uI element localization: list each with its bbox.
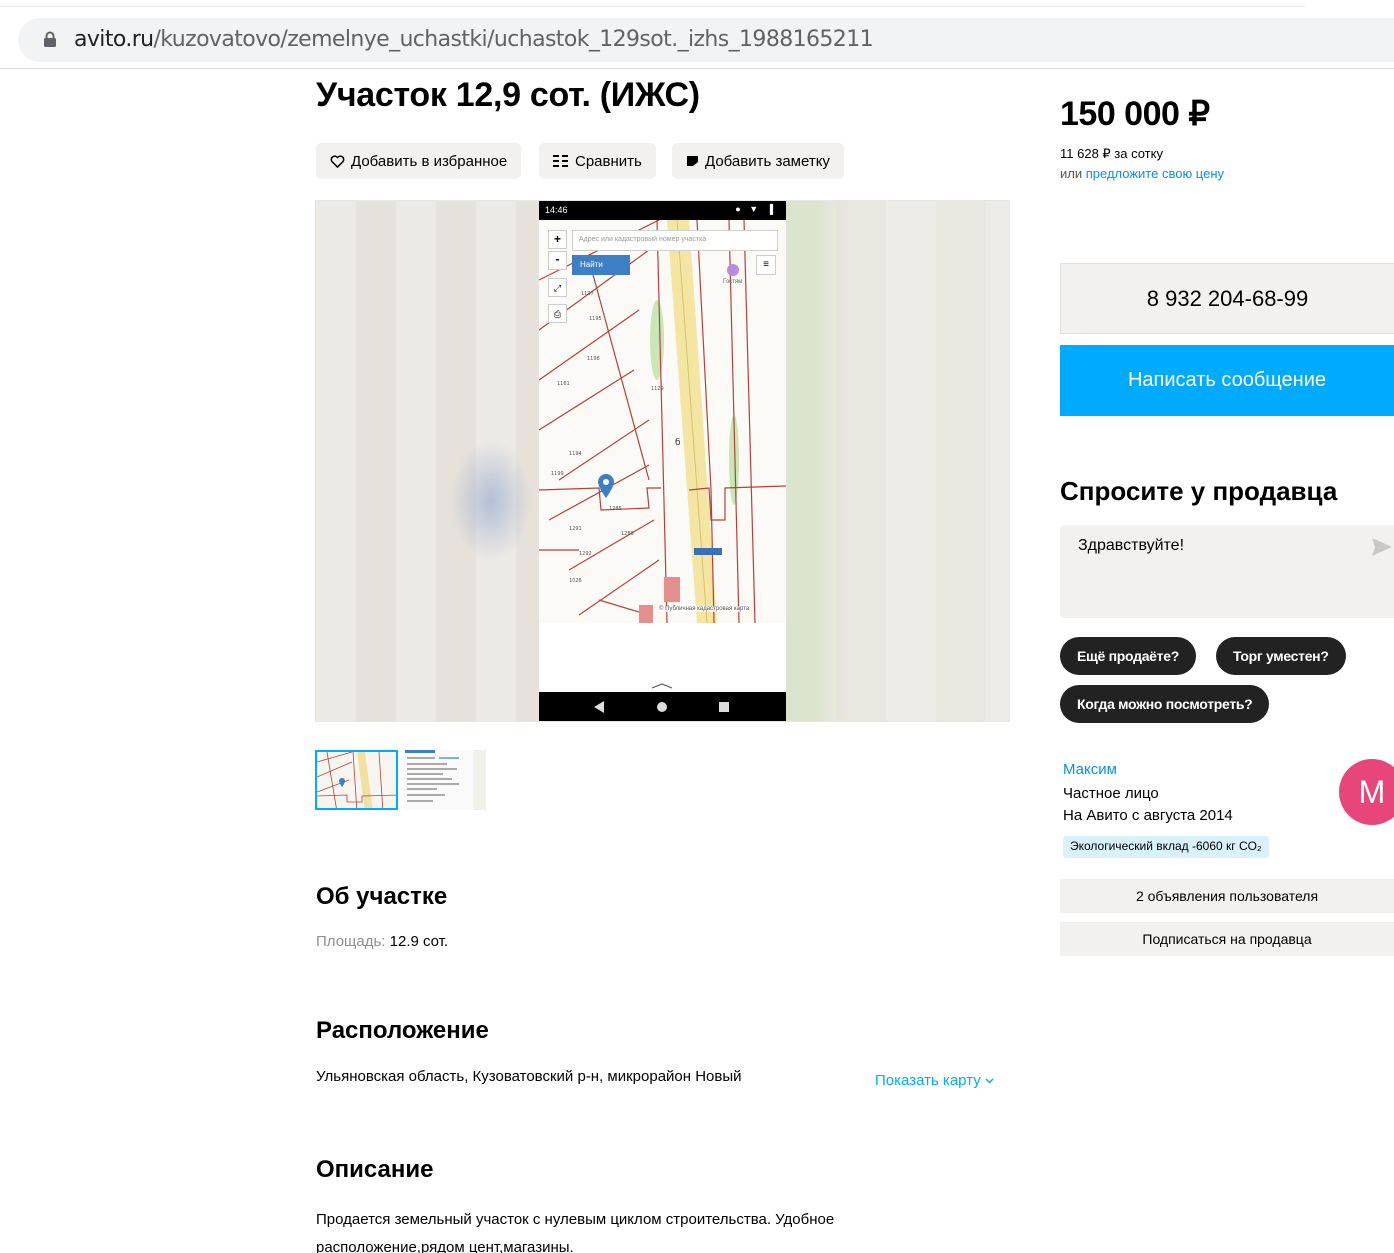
url-text[interactable]: avito.ru/kuzovatovo/zemelnye_uchastki/uc… <box>74 27 874 52</box>
seller-since: На Авито с августа 2014 <box>1063 807 1233 824</box>
svg-text:1289: 1289 <box>621 531 634 537</box>
compare-button[interactable]: Сравнить <box>539 143 656 179</box>
about-heading: Об участке <box>316 883 448 910</box>
cadastral-map: 1197 1195 1198 1161 1129 1194 1199 1285 1291 1… <box>539 220 786 623</box>
add-note-label: Добавить заметку <box>705 152 830 170</box>
quick-reply-chip[interactable]: Торг уместен? <box>1216 637 1346 675</box>
svg-text:1292: 1292 <box>579 551 592 557</box>
quick-reply-chip[interactable]: Ещё продаёте? <box>1060 637 1196 675</box>
svg-text:1161: 1161 <box>557 381 570 387</box>
ask-seller-heading: Спросите у продавца <box>1060 476 1338 506</box>
seller-type: Частное лицо <box>1063 785 1159 802</box>
home-icon <box>657 702 667 712</box>
map-search-button: Найти <box>572 255 630 275</box>
area-label: Площадь: <box>316 933 386 950</box>
show-map-label: Показать карту <box>875 1072 981 1089</box>
breadcrumb <box>316 64 916 70</box>
svg-text:1199: 1199 <box>551 471 564 477</box>
avatar[interactable]: М <box>1339 759 1394 825</box>
svg-text:1291: 1291 <box>569 526 582 532</box>
phone-time: 14:46 <box>545 205 568 215</box>
description-heading: Описание <box>316 1156 434 1183</box>
map-guest-label: Гостям <box>723 279 743 285</box>
offer-price-row: или предложите свою цену <box>1060 166 1224 181</box>
map-pin-icon <box>598 474 614 498</box>
svg-text:1026: 1026 <box>569 578 582 584</box>
phone-nav-bar <box>539 692 786 721</box>
add-to-favorites-button[interactable]: Добавить в избранное <box>316 143 522 179</box>
ask-seller-input[interactable]: Здравствуйте! <box>1060 525 1394 618</box>
map-print-icon: ⎙ <box>548 304 567 323</box>
lock-icon[interactable] <box>42 31 58 47</box>
map-zoom-in-icon: + <box>548 230 567 249</box>
area-value: 12.9 сот. <box>389 933 449 950</box>
description-text: Продается земельный участок с нулевым ци… <box>316 1211 835 1253</box>
back-icon <box>594 701 604 713</box>
blurred-background <box>316 201 540 721</box>
chevron-down-icon <box>985 1078 994 1084</box>
map-menu-icon: ≡ <box>756 255 776 275</box>
tabstrip-divider <box>0 6 1305 7</box>
map-drawing: 1197 1195 1198 1161 1129 1194 1199 1285 1291 1… <box>539 220 786 623</box>
write-message-button[interactable]: Написать сообщение <box>1060 345 1394 416</box>
price-per-unit: 11 628 ₽ за сотку <box>1060 146 1163 161</box>
thumbnail-1[interactable] <box>315 750 398 810</box>
compare-icon <box>553 155 568 167</box>
phone-status-icons: ● ▼ ▐ <box>735 204 776 214</box>
expand-handle-icon <box>651 683 673 689</box>
map-zoom-out-icon: - <box>548 251 567 270</box>
offer-prefix: или <box>1060 166 1083 181</box>
thumbnail-2[interactable] <box>403 750 486 810</box>
map-search-input: Адрес или кадастровый номер участка <box>572 230 778 251</box>
url-host: avito.ru <box>74 27 154 52</box>
svg-text:1197: 1197 <box>581 291 594 297</box>
svg-text:1195: 1195 <box>589 316 602 322</box>
note-icon <box>687 156 698 166</box>
price: 150 000 ₽ <box>1060 95 1210 133</box>
seller-listings-button[interactable]: 2 объявления пользователя <box>1060 879 1394 913</box>
main-photo[interactable]: 14:46 ● ▼ ▐ 1197 1195 1198 1161 1129 119… <box>539 201 786 721</box>
svg-text:1198: 1198 <box>587 356 600 362</box>
offer-price-link[interactable]: предложите свою цену <box>1086 166 1224 181</box>
recents-icon <box>719 702 729 712</box>
map-fullscreen-icon: ⤢ <box>548 278 567 297</box>
show-map-link[interactable]: Показать карту <box>875 1072 994 1089</box>
svg-text:1285: 1285 <box>609 506 622 512</box>
send-icon[interactable] <box>1372 538 1392 556</box>
area-row: Площадь: 12.9 сот. <box>316 933 448 950</box>
add-to-favorites-label: Добавить в избранное <box>351 152 508 170</box>
compare-label: Сравнить <box>575 152 642 170</box>
seller-name-link[interactable]: Максим <box>1063 761 1117 778</box>
heart-icon <box>330 154 345 168</box>
svg-text:б: б <box>675 438 681 448</box>
quick-reply-chip[interactable]: Когда можно посмотреть? <box>1060 685 1270 723</box>
phone-status-bar: 14:46 ● ▼ ▐ <box>539 201 786 220</box>
show-phone-button[interactable]: 8 932 204-68-99 <box>1060 263 1394 334</box>
location-heading: Расположение <box>316 1017 489 1044</box>
add-note-button[interactable]: Добавить заметку <box>672 143 844 179</box>
subscribe-seller-button[interactable]: Подписаться на продавца <box>1060 922 1394 956</box>
browser-address-bar: avito.ru/kuzovatovo/zemelnye_uchastki/uc… <box>0 0 1394 70</box>
address-text: Ульяновская область, Кузоватовский р-н, … <box>316 1068 742 1085</box>
page-title: Участок 12,9 сот. (ИЖС) <box>316 76 700 114</box>
url-path: /kuzovatovo/zemelnye_uchastki/uchastok_1… <box>153 27 874 52</box>
map-attribution: © Публичная кадастровая карта <box>659 606 750 612</box>
svg-text:1194: 1194 <box>569 451 582 457</box>
map-guest-icon <box>727 264 739 276</box>
eco-badge: Экологический вклад -6060 кг CO₂ <box>1063 836 1269 858</box>
svg-text:1129: 1129 <box>651 386 664 392</box>
blurred-background <box>786 201 1009 721</box>
photo-gallery[interactable]: 14:46 ● ▼ ▐ 1197 1195 1198 1161 1129 119… <box>315 200 1010 722</box>
